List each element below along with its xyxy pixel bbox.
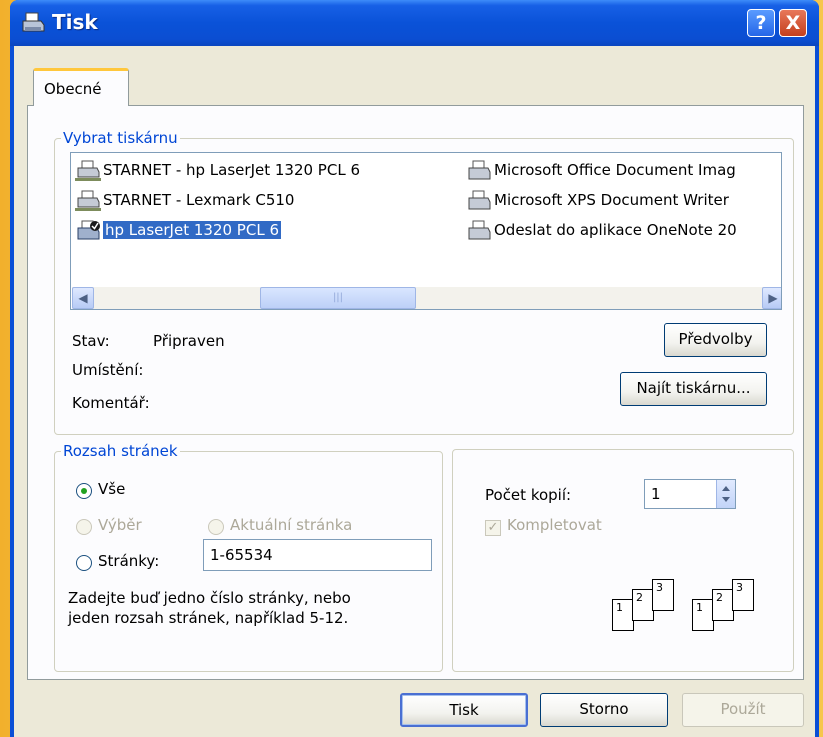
tab-label: Obecné [44,80,102,98]
network-printer-icon [75,190,101,211]
selection-radio[interactable] [76,519,92,535]
pages-hint-line1: Zadejte buď jedno číslo stránky, nebo [68,589,351,607]
printer-item[interactable]: STARNET - hp LaserJet 1320 PCL 6 [75,158,360,182]
printer-list[interactable]: STARNET - hp LaserJet 1320 PCL 6 STARNET… [70,152,782,310]
tab-general[interactable]: Obecné [33,68,129,106]
select-printer-legend: Vybrat tiskárnu [63,129,178,147]
printer-item[interactable]: Odeslat do aplikace OneNote 20 [466,218,737,242]
printer-icon [468,160,491,179]
tab-panel: Vybrat tiskárnu STARNET - hp LaserJet 13… [27,105,804,680]
page-icon: 1 [612,599,634,631]
copies-value: 1 [651,485,661,503]
collate-label[interactable]: Kompletovat [507,516,602,534]
all-pages-label[interactable]: Vše [98,480,125,498]
dialog-body: Obecné Vybrat tiskárnu STARNET - hp Lase… [14,46,815,737]
comment-label: Komentář: [72,394,150,412]
page-icon: 3 [732,579,754,611]
page-icon: 1 [692,599,714,631]
printer-item[interactable]: Microsoft Office Document Imag [466,158,736,182]
location-label: Umístění: [72,361,144,379]
printer-item[interactable]: STARNET - Lexmark C510 [75,188,294,212]
print-button[interactable]: Tisk [400,693,528,727]
horizontal-scrollbar[interactable]: ◀ ||| ▶ [72,287,781,309]
selection-label[interactable]: Výběr [98,516,142,534]
printer-icon [468,220,491,239]
pages-label[interactable]: Stránky: [98,552,159,570]
apply-button[interactable]: Použít [682,693,804,727]
pages-input[interactable]: 1-65534 [203,539,432,571]
page-range-legend: Rozsah stránek [63,442,178,460]
current-page-label[interactable]: Aktuální stránka [230,516,352,534]
copies-spinner-icon[interactable] [716,480,735,508]
copies-input[interactable]: 1 [644,479,736,509]
printer-icon [468,190,491,209]
preferences-button[interactable]: Předvolby [664,323,767,357]
page-icon: 3 [652,579,674,611]
help-button[interactable]: ? [747,9,775,37]
default-printer-icon [77,220,100,239]
title-bar[interactable]: Tisk ? X [10,0,819,46]
copies-group [452,449,794,672]
printer-item[interactable]: Microsoft XPS Document Writer [466,188,729,212]
pages-radio[interactable] [76,555,92,571]
cancel-button[interactable]: Storno [540,693,668,727]
print-dialog: Tisk ? X Obecné Vybrat tiskárnu STARNET … [10,0,819,737]
pages-hint-line2: jeden rozsah stránek, například 5-12. [68,609,349,627]
status-value: Připraven [153,332,225,350]
scroll-thumb[interactable]: ||| [260,287,416,309]
scroll-right-icon[interactable]: ▶ [762,287,781,309]
status-label: Stav: [72,332,110,350]
spin-arrows-icon [722,486,730,502]
page-icon: 2 [712,589,734,621]
printer-icon [22,12,45,32]
window-title: Tisk [52,10,98,34]
all-pages-radio[interactable] [76,483,92,499]
page-icon: 2 [632,589,654,621]
network-printer-icon [75,160,101,181]
scroll-left-icon[interactable]: ◀ [72,287,94,309]
collate-checkbox[interactable]: ✓ [485,520,501,536]
current-page-radio[interactable] [208,519,224,535]
close-button[interactable]: X [779,9,807,37]
find-printer-button[interactable]: Najít tiskárnu... [620,372,767,406]
printer-item-selected[interactable]: hp LaserJet 1320 PCL 6 [75,218,281,242]
copies-label: Počet kopií: [485,486,572,504]
